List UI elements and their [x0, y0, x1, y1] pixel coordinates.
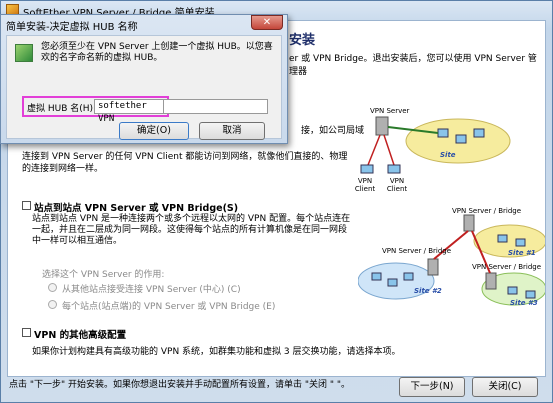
hub-name-dialog: 简单安装-决定虚拟 HUB 名称 ✕ 您必须至少在 VPN Server 上创建… [0, 14, 288, 144]
dialog-message: 您必须至少在 VPN Server 上创建一个虚拟 HUB。以您喜欢的名字命名新… [41, 42, 273, 63]
pc-icon [497, 234, 508, 243]
next-button[interactable]: 下一步(N) [399, 377, 465, 397]
diagram-site-label: Site #2 [414, 287, 442, 295]
pc-icon [525, 290, 536, 299]
diagram-server-label: VPN Server / Bridge [382, 247, 452, 255]
client-icon [360, 164, 374, 174]
diagram-server-label: VPN Server / Bridge [472, 263, 542, 271]
pc-icon [455, 134, 467, 144]
pc-icon [507, 286, 518, 295]
server-icon [463, 214, 475, 232]
pc-icon [515, 238, 526, 247]
server-icon [427, 258, 439, 276]
pc-icon [473, 128, 485, 138]
page-heading: 安装 [289, 33, 316, 48]
site-to-site-checkbox[interactable] [22, 201, 31, 210]
dialog-title: 简单安装-决定虚拟 HUB 名称 [6, 22, 138, 33]
ok-button[interactable]: 确定(O) [119, 122, 189, 140]
site-to-site-diagram: VPN Server / Bridge VPN Server / Bridge … [357, 207, 545, 311]
footer-note: 点击 "下一步" 开始安装。如果你想退出安装并手动配置所有设置，请单击 "关闭 … [9, 380, 351, 390]
radio-center-label[interactable]: 从其他站点接受连接 VPN Server (中心) (C) [62, 282, 241, 295]
dialog-body: 您必须至少在 VPN Server 上创建一个虚拟 HUB。以您喜欢的名字命名新… [6, 35, 282, 140]
site-to-site-desc: 站点到站点 VPN 是一种连接两个或多个远程以太网的 VPN 配置。每个站点连在… [32, 214, 351, 246]
hub-name-input-ext[interactable] [164, 99, 268, 114]
radio-edge[interactable] [48, 300, 57, 309]
server-icon [485, 272, 497, 290]
advanced-desc: 如果你计划构建具有高级功能的 VPN 系统，如群集功能和虚拟 3 层交换功能，请… [32, 347, 401, 357]
radio-edge-label[interactable]: 每个站点(站点端)的 VPN Server 或 VPN Bridge (E) [62, 299, 275, 312]
site-to-site-title[interactable]: 站点到站点 VPN Server 或 VPN Bridge(S) [34, 200, 238, 214]
cancel-button[interactable]: 取消 [199, 122, 265, 140]
pc-icon [371, 272, 382, 281]
diagram-server-label: VPN Server / Bridge [452, 207, 522, 215]
diagram-site-label: Site [440, 151, 456, 159]
diagram-client-label: VPN Client [386, 177, 408, 193]
diagram-client-label: VPN Client [354, 177, 376, 193]
close-button[interactable]: 关闭(C) [472, 377, 538, 397]
diagram-site-label: Site #1 [508, 249, 536, 257]
close-icon: ✕ [262, 17, 272, 28]
pc-icon [403, 272, 414, 281]
diagram-server-label: VPN Server [370, 107, 410, 115]
radio-center[interactable] [48, 283, 57, 292]
client-link [383, 134, 395, 166]
server-icon [375, 116, 389, 136]
advanced-title[interactable]: VPN 的其他高级配置 [34, 327, 126, 341]
client-icon [387, 164, 401, 174]
client-link [367, 134, 381, 166]
remote-access-diagram: VPN Server Site VPN Client VPN Client [348, 99, 518, 199]
remote-access-desc: 连接到 VPN Server 的任何 VPN Client 都能访问到网络，就像… [22, 152, 348, 174]
diagram-site-label: Site #3 [510, 299, 538, 307]
hub-name-input[interactable]: softether VPN [94, 99, 164, 124]
dialog-close-button[interactable]: ✕ [251, 15, 283, 30]
hub-name-label: 虚拟 HUB 名(H): [27, 104, 97, 114]
pc-icon [387, 278, 398, 287]
pc-icon [437, 128, 449, 138]
role-title: 选择这个 VPN Server 的作用: [42, 270, 165, 280]
advanced-checkbox[interactable] [22, 328, 31, 337]
intro-text: er 或 VPN Bridge。退出安装后，您可以使用 VPN Server 管… [289, 54, 537, 77]
hub-icon [15, 44, 33, 62]
site-to-site-diagram-svg [357, 214, 545, 306]
